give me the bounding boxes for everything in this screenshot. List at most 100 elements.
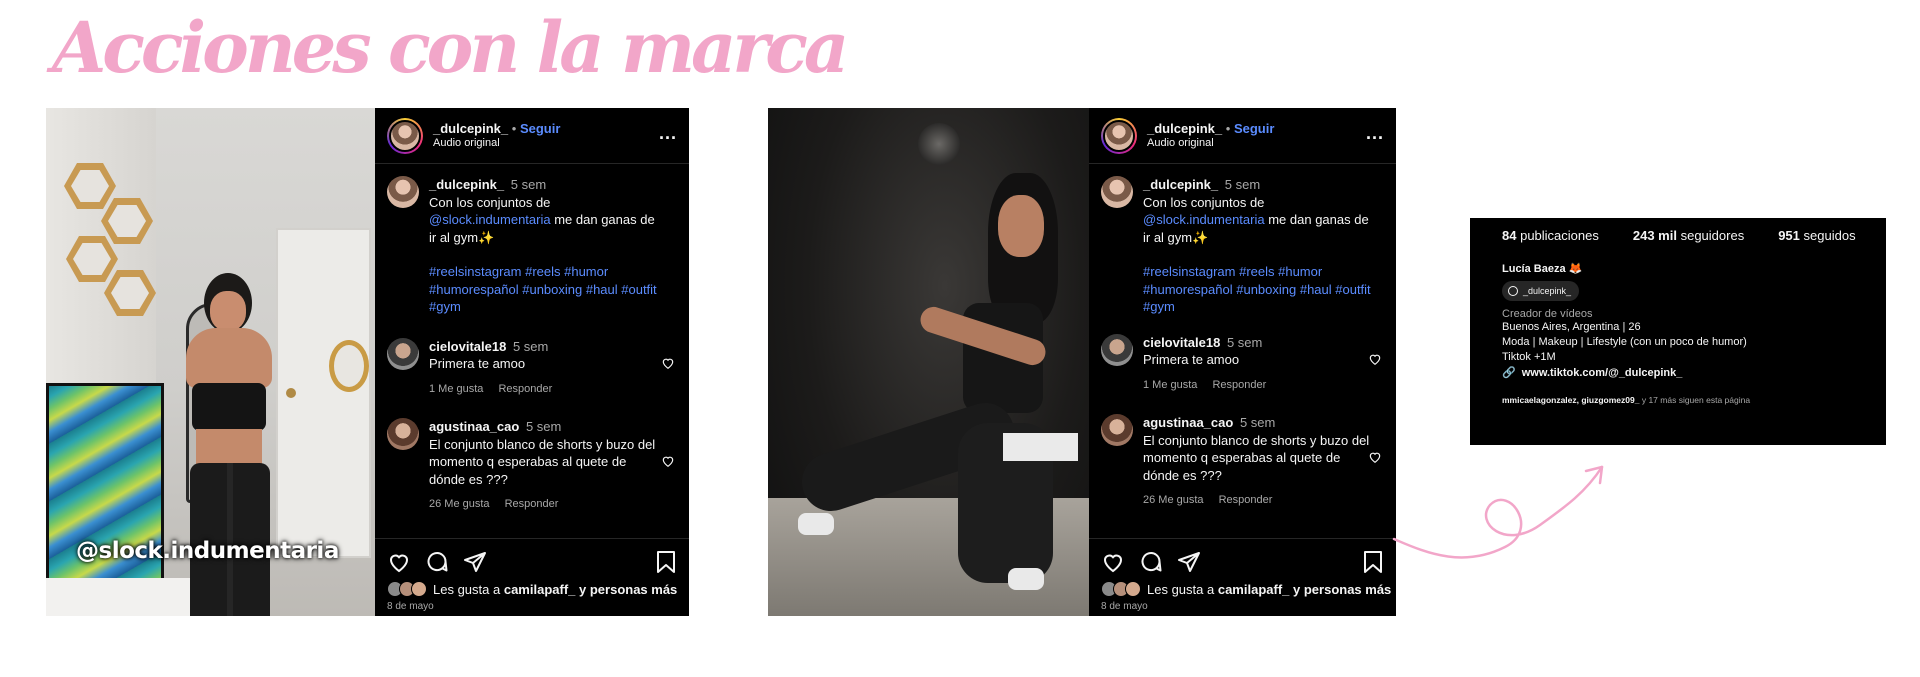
reply-button[interactable]: Responder [1212,379,1266,391]
creator-figure [174,273,284,616]
likes-suffix[interactable]: y personas más [1293,582,1391,597]
page-title: Acciones con la marca [52,6,849,89]
save-bookmark-icon[interactable] [1362,550,1384,574]
more-options-icon[interactable]: ... [1366,124,1384,144]
liker-username[interactable]: camilapaff_ [1218,582,1290,597]
comment-likes[interactable]: 1 Me gusta [1143,379,1197,391]
avatar[interactable] [387,117,423,154]
like-comment-icon[interactable] [1368,450,1382,464]
comment-time: 5 sem [1226,334,1263,350]
username-link[interactable]: _dulcepink_ [433,121,508,136]
comment: cielovitale18 5 sem Primera te amoo 1 Me… [387,337,677,399]
avatar[interactable] [1101,176,1133,208]
comment-username[interactable]: _dulcepink_ [429,177,504,192]
caption: _dulcepink_ 5 sem Con los conjuntos de @… [1101,176,1384,316]
comment-likes[interactable]: 26 Me gusta [429,498,490,510]
round-mirror [329,340,369,392]
likes-summary[interactable]: Les gusta a camilapaff_ y personas más [1101,581,1391,597]
hashtags[interactable]: #reelsinstagram #reels #humor #humorespa… [429,263,657,316]
comment-time: 5 sem [1224,177,1261,192]
comment-text: Primera te amoo [1143,352,1240,367]
door-knob [286,388,296,398]
reply-button[interactable]: Responder [498,383,552,395]
comment-username[interactable]: agustinaa_cao [429,419,519,434]
avatar[interactable] [387,418,419,450]
profile-stats: 84 publicaciones 243 mil seguidores 951 … [1502,228,1856,246]
creator-figure [794,173,1088,603]
comment-likes[interactable]: 26 Me gusta [1143,494,1204,506]
follow-button[interactable]: Seguir [520,121,560,136]
comment-text: El conjunto blanco de shorts y buzo del … [429,436,656,487]
comment-username[interactable]: _dulcepink_ [1143,177,1218,192]
crate [1003,433,1078,461]
following-stat[interactable]: 951 seguidos [1778,228,1855,246]
post-header: _dulcepink_ • Seguir Audio original ... [375,108,689,164]
profile-link[interactable]: 🔗 www.tiktok.com/@_dulcepink_ [1502,366,1856,379]
comment-time: 5 sem [512,338,549,354]
share-send-icon[interactable] [1177,550,1201,574]
comment-username[interactable]: agustinaa_cao [1143,415,1233,430]
save-bookmark-icon[interactable] [655,550,677,574]
like-comment-icon[interactable] [1368,352,1382,366]
audio-link[interactable]: Audio original [1147,136,1274,151]
comment-text: Primera te amoo [429,356,526,371]
post-date: 8 de mayo [387,601,434,612]
threads-badge[interactable]: _dulcepink_ [1502,281,1580,301]
likes-suffix[interactable]: y personas más [579,582,677,597]
comment-icon[interactable] [1139,550,1163,574]
liker-avatars [1101,581,1141,597]
follow-button[interactable]: Seguir [1234,121,1274,136]
separator: • [511,120,517,136]
profile-bio: Buenos Aires, Argentina | 26 Moda | Make… [1502,320,1856,365]
avatar[interactable] [1101,333,1133,366]
post-1-panel: _dulcepink_ • Seguir Audio original ... … [375,108,689,616]
post-footer: Les gusta a camilapaff_ y personas más 8… [1089,538,1396,616]
post-footer: Les gusta a camilapaff_ y personas más 8… [375,538,689,616]
bio-line: Buenos Aires, Argentina | 26 [1502,321,1641,333]
bio-line: Moda | Makeup | Lifestyle (con un poco d… [1502,336,1747,348]
comment: agustinaa_cao 5 sem El conjunto blanco d… [1101,414,1384,510]
followers-stat[interactable]: 243 mil seguidores [1633,228,1744,246]
avatar[interactable] [387,176,419,208]
comment-icon[interactable] [425,550,449,574]
like-heart-icon[interactable] [1101,550,1125,574]
comment-text: El conjunto blanco de shorts y buzo del … [1143,432,1370,483]
comment: cielovitale18 5 sem Primera te amoo 1 Me… [1101,333,1384,395]
share-send-icon[interactable] [463,550,487,574]
like-comment-icon[interactable] [661,454,675,468]
comment-username[interactable]: cielovitale18 [1143,335,1220,350]
reply-button[interactable]: Responder [1219,494,1273,506]
separator: • [1225,120,1231,136]
post-2-video[interactable] [768,108,1089,616]
comments-list: _dulcepink_ 5 sem Con los conjuntos de @… [1089,164,1396,538]
like-heart-icon[interactable] [387,550,411,574]
instagram-post-2: _dulcepink_ • Seguir Audio original ... … [768,108,1396,616]
username-link[interactable]: _dulcepink_ [1147,121,1222,136]
liker-username[interactable]: camilapaff_ [504,582,576,597]
mention-link[interactable]: @slock.indumentaria [429,212,551,227]
like-comment-icon[interactable] [661,356,675,370]
threads-icon [1508,286,1518,296]
more-options-icon[interactable]: ... [659,124,677,144]
post-date: 8 de mayo [1101,601,1148,612]
comment-likes[interactable]: 1 Me gusta [429,383,483,395]
instagram-profile-card: 84 publicaciones 243 mil seguidores 951 … [1470,218,1886,445]
likes-summary[interactable]: Les gusta a camilapaff_ y personas más [387,581,677,597]
mention-link[interactable]: @slock.indumentaria [1143,212,1265,227]
audio-link[interactable]: Audio original [433,136,560,151]
avatar[interactable] [387,337,419,370]
posts-stat[interactable]: 84 publicaciones [1502,228,1599,246]
comment: agustinaa_cao 5 sem El conjunto blanco d… [387,418,677,514]
reply-button[interactable]: Responder [505,498,559,510]
avatar[interactable] [1101,117,1137,154]
pink-arrow-icon [1392,465,1604,559]
comment-username[interactable]: cielovitale18 [429,339,506,354]
avatar[interactable] [1101,414,1133,446]
profile-name: Lucía Baeza 🦊 [1502,263,1583,275]
post-2-panel: _dulcepink_ • Seguir Audio original ... … [1089,108,1396,616]
followed-by[interactable]: mmicaelagonzalez, giuzgomez09_ y 17 más … [1502,395,1856,405]
likes-prefix: Les gusta a [433,581,501,597]
comment-time: 5 sem [510,177,547,192]
hashtags[interactable]: #reelsinstagram #reels #humor #humorespa… [1143,263,1371,316]
post-1-video[interactable]: @slock.indumentaria [46,108,375,616]
